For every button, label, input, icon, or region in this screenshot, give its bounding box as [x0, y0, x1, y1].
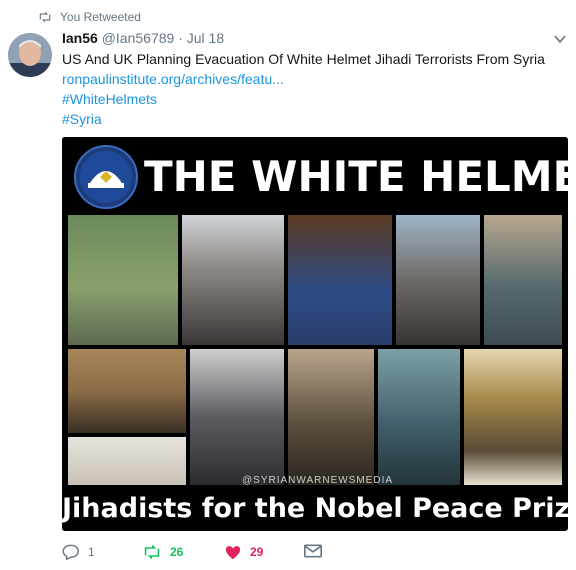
collage-photo [190, 349, 284, 485]
collage-photo [182, 215, 284, 345]
retweet-button[interactable]: 26 [142, 544, 183, 560]
collage-photo [68, 215, 178, 345]
collage-photo [484, 215, 562, 345]
reply-button[interactable]: 1 [62, 544, 95, 560]
avatar[interactable] [8, 33, 52, 77]
like-button[interactable]: 29 [224, 544, 263, 560]
collage-photo [288, 349, 374, 485]
collage-photo [378, 349, 460, 485]
hashtag-whitehelmets[interactable]: #WhiteHelmets [62, 89, 545, 109]
separator: · [178, 30, 183, 46]
collage-photo [68, 437, 186, 485]
media-caption: Jihadists for the Nobel Peace Prize. [62, 493, 568, 524]
media-watermark: @SYRIANWARNEWSMEDIA [242, 475, 394, 486]
envelope-icon [304, 544, 322, 558]
tweet-link[interactable]: ronpaulinstitute.org/archives/featu... [62, 69, 545, 89]
white-helmets-logo [74, 145, 138, 209]
avatar-image [8, 33, 52, 77]
collage-photo [288, 215, 392, 345]
retweet-banner: You Retweeted [38, 8, 141, 26]
tweet-header: Ian56 @Ian56789 · Jul 18 [62, 30, 224, 46]
retweet-icon [39, 11, 51, 23]
media-banner: THE WHITE HELMETS [62, 137, 568, 215]
tweet-text: US And UK Planning Evacuation Of White H… [62, 51, 545, 67]
chevron-down-icon[interactable] [554, 34, 566, 44]
media-image[interactable]: THE WHITE HELMETS @SYRIANWARNEWSMEDIA Ji… [62, 137, 568, 531]
collage-photo [68, 349, 186, 433]
tweet-actions: 1 26 29 [62, 544, 382, 564]
tweet-date[interactable]: Jul 18 [187, 30, 224, 46]
collage-photo [464, 349, 562, 485]
retweet-count: 26 [170, 545, 184, 559]
hashtag-syria[interactable]: #Syria [62, 109, 545, 129]
retweet-icon [144, 545, 160, 559]
reply-icon [62, 544, 79, 560]
heart-icon [225, 546, 241, 560]
media-title: THE WHITE HELMETS [144, 152, 568, 201]
retweet-banner-text: You Retweeted [60, 10, 141, 24]
author-handle[interactable]: @Ian56789 [102, 30, 175, 46]
author-name[interactable]: Ian56 [62, 30, 98, 46]
photo-collage [68, 215, 562, 485]
like-count: 29 [250, 545, 264, 559]
tweet-body: US And UK Planning Evacuation Of White H… [62, 49, 545, 129]
reply-count: 1 [88, 545, 95, 559]
collage-photo [396, 215, 480, 345]
dm-button[interactable] [304, 544, 322, 558]
